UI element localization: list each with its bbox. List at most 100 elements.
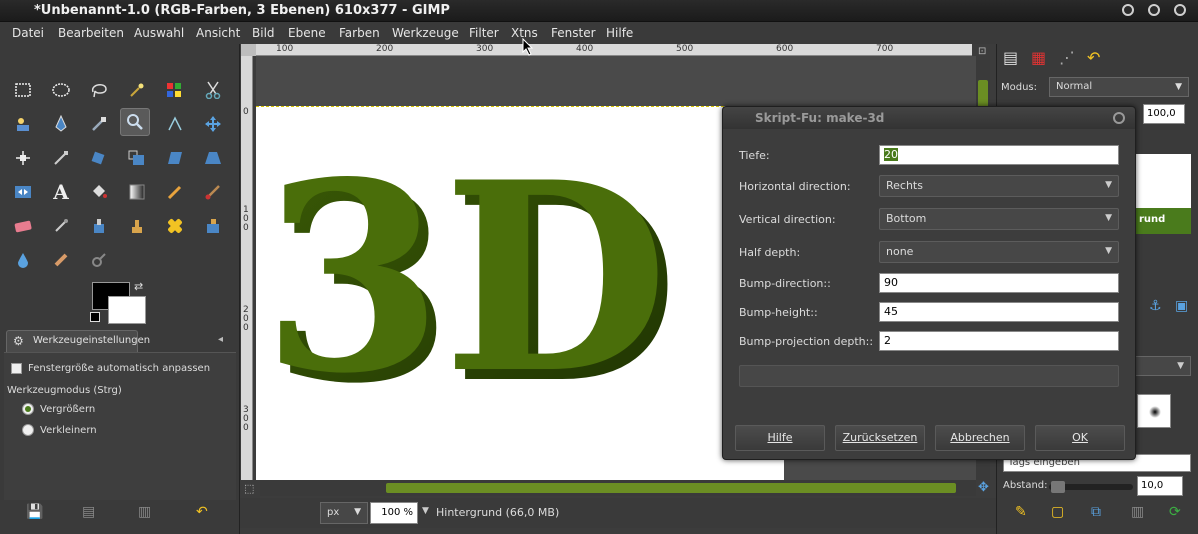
paintbrush-tool-icon[interactable] (198, 178, 228, 206)
zoom-input[interactable]: 100 % (370, 502, 418, 524)
blend-tool-icon[interactable] (122, 178, 152, 206)
tab-tool-options[interactable]: ⚙ Werkzeugeinstellungen (6, 330, 150, 352)
bump-projection-input[interactable]: 2 (879, 331, 1119, 351)
bucket-fill-tool-icon[interactable] (84, 178, 114, 206)
menu-farben[interactable]: Farben (339, 26, 380, 40)
image-canvas[interactable]: 3D 3D (256, 106, 784, 480)
ok-button[interactable]: OK (1035, 425, 1125, 451)
hdir-select[interactable]: Rechts ▼ (879, 175, 1119, 197)
horizontal-scrollbar[interactable] (260, 480, 976, 496)
brush-select[interactable]: ▼ (1129, 356, 1191, 376)
cancel-button[interactable]: Abbrechen (935, 425, 1025, 451)
perspective-tool-icon[interactable] (198, 144, 228, 172)
brush-preview[interactable] (1137, 394, 1171, 428)
dialog-titlebar[interactable]: Skript-Fu: make-3d (723, 107, 1135, 129)
blur-tool-icon[interactable] (8, 246, 38, 274)
perspective-clone-tool-icon[interactable] (198, 212, 228, 240)
restore-options-icon[interactable]: ▤ (82, 504, 95, 520)
zoom-on-resize-icon[interactable]: ⊡ (978, 46, 986, 57)
unit-select[interactable]: px ▼ (320, 502, 368, 524)
ellipse-select-tool-icon[interactable] (46, 76, 76, 104)
edit-brush-icon[interactable]: ✎ (1015, 504, 1027, 520)
menu-fenster[interactable]: Fenster (551, 26, 596, 40)
refresh-brushes-icon[interactable]: ⟳ (1169, 504, 1181, 520)
menu-bearbeiten[interactable]: Bearbeiten (58, 26, 124, 40)
menu-bild[interactable]: Bild (252, 26, 275, 40)
foreground-select-tool-icon[interactable] (8, 110, 38, 138)
maximize-button[interactable] (1148, 4, 1160, 16)
scissors-tool-icon[interactable] (198, 76, 228, 104)
anchor-layer-icon[interactable]: ⚓ (1149, 298, 1162, 314)
zoom-out-radio[interactable] (22, 424, 34, 436)
spacing-slider[interactable] (1049, 481, 1133, 493)
panel-menu-icon[interactable]: ◂ (218, 334, 223, 345)
scale-tool-icon[interactable] (122, 144, 152, 172)
opacity-input[interactable]: 100,0 (1143, 104, 1185, 124)
paths-tab-icon[interactable]: ⋰ (1059, 48, 1075, 67)
menu-filter[interactable]: Filter (469, 26, 499, 40)
heal-tool-icon[interactable] (160, 212, 190, 240)
smudge-tool-icon[interactable] (46, 246, 76, 274)
text-tool-icon[interactable]: A (46, 178, 76, 206)
quick-mask-icon[interactable]: ⬚ (244, 482, 254, 495)
vertical-ruler[interactable]: 0 1 0 0 2 0 0 3 0 0 (241, 56, 253, 480)
select-by-color-tool-icon[interactable] (160, 76, 190, 104)
eraser-tool-icon[interactable] (8, 212, 38, 240)
vdir-select[interactable]: Bottom ▼ (879, 208, 1119, 230)
menu-auswahl[interactable]: Auswahl (134, 26, 184, 40)
fuzzy-select-tool-icon[interactable] (122, 76, 152, 104)
undo-history-tab-icon[interactable]: ↶ (1087, 48, 1100, 67)
close-button[interactable] (1174, 4, 1186, 16)
align-tool-icon[interactable] (8, 144, 38, 172)
delete-options-icon[interactable]: ▥ (138, 504, 151, 520)
reset-button[interactable]: Zurücksetzen (835, 425, 925, 451)
layer-mode-select[interactable]: Normal ▼ (1049, 77, 1189, 97)
flip-tool-icon[interactable] (8, 178, 38, 206)
reset-options-icon[interactable]: ↶ (196, 504, 208, 520)
menu-werkzeuge[interactable]: Werkzeuge (392, 26, 459, 40)
zoom-dropdown-icon[interactable]: ▼ (422, 506, 429, 516)
shear-tool-icon[interactable] (160, 144, 190, 172)
save-options-icon[interactable]: 💾 (26, 504, 43, 520)
help-button[interactable]: Hilfe (735, 425, 825, 451)
menu-ansicht[interactable]: Ansicht (196, 26, 240, 40)
ink-tool-icon[interactable] (84, 212, 114, 240)
background-color-swatch[interactable] (108, 296, 146, 324)
lasso-tool-icon[interactable] (84, 76, 114, 104)
minimize-button[interactable] (1122, 4, 1134, 16)
move-tool-icon[interactable] (198, 110, 228, 138)
menu-datei[interactable]: Datei (12, 26, 44, 40)
crop-tool-icon[interactable] (46, 144, 76, 172)
bump-height-input[interactable]: 45 (879, 302, 1119, 322)
zoom-in-radio[interactable] (22, 403, 34, 415)
depth-input[interactable]: 20 (879, 145, 1119, 165)
horizontal-scroll-thumb[interactable] (386, 483, 956, 493)
layers-tab-icon[interactable]: ▤ (1003, 48, 1018, 67)
paths-tool-icon[interactable] (46, 110, 76, 138)
spacing-input[interactable]: 10,0 (1137, 476, 1183, 496)
rect-select-tool-icon[interactable] (8, 76, 38, 104)
navigate-icon[interactable]: ✥ (978, 480, 989, 495)
channels-tab-icon[interactable]: ▦ (1031, 48, 1046, 67)
new-brush-icon[interactable]: ▢ (1051, 504, 1064, 520)
bump-direction-input[interactable]: 90 (879, 273, 1119, 293)
zoom-tool-icon[interactable] (120, 108, 150, 136)
swap-colors-icon[interactable]: ⇄ (134, 280, 143, 293)
horizontal-ruler[interactable]: 100 200 300 400 500 600 700 (256, 44, 972, 56)
rotate-tool-icon[interactable] (84, 144, 114, 172)
auto-resize-checkbox[interactable] (11, 363, 22, 374)
menu-ebene[interactable]: Ebene (288, 26, 326, 40)
dialog-close-button[interactable] (1113, 112, 1125, 124)
dodge-burn-tool-icon[interactable] (84, 246, 114, 274)
measure-tool-icon[interactable] (160, 110, 190, 138)
half-depth-select[interactable]: none ▼ (879, 241, 1119, 263)
duplicate-brush-icon[interactable]: ⧉ (1091, 504, 1101, 520)
delete-layer-icon[interactable]: ▣ (1175, 298, 1188, 314)
menu-hilfe[interactable]: Hilfe (606, 26, 633, 40)
reset-colors-icon[interactable] (90, 312, 100, 322)
clone-tool-icon[interactable] (122, 212, 152, 240)
pencil-tool-icon[interactable] (160, 178, 190, 206)
airbrush-tool-icon[interactable] (46, 212, 76, 240)
ruler-corner[interactable] (241, 44, 256, 56)
delete-brush-icon[interactable]: ▥ (1131, 504, 1144, 520)
